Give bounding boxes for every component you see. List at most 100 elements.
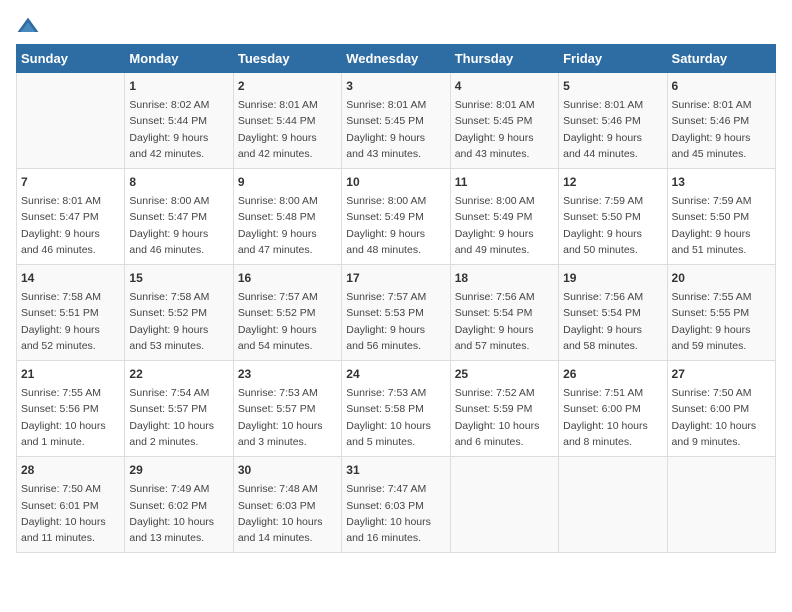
- col-header-saturday: Saturday: [667, 45, 775, 73]
- day-info: Sunrise: 7:56 AMSunset: 5:54 PMDaylight:…: [455, 289, 554, 354]
- day-number: 20: [672, 269, 771, 287]
- day-info: Sunrise: 8:00 AMSunset: 5:48 PMDaylight:…: [238, 193, 337, 258]
- day-number: 28: [21, 461, 120, 479]
- calendar-cell: 25 Sunrise: 7:52 AMSunset: 5:59 PMDayligh…: [450, 361, 558, 457]
- day-info: Sunrise: 7:56 AMSunset: 5:54 PMDaylight:…: [563, 289, 662, 354]
- day-info: Sunrise: 7:52 AMSunset: 5:59 PMDaylight:…: [455, 385, 554, 450]
- calendar-cell: 24 Sunrise: 7:53 AMSunset: 5:58 PMDayligh…: [342, 361, 450, 457]
- calendar-cell: 19Sunrise: 7:56 AMSunset: 5:54 PMDayligh…: [559, 265, 667, 361]
- calendar-cell: 2 Sunrise: 8:01 AMSunset: 5:44 PMDaylight…: [233, 73, 341, 169]
- col-header-monday: Monday: [125, 45, 233, 73]
- day-info: Sunrise: 8:00 AMSunset: 5:47 PMDaylight:…: [129, 193, 228, 258]
- day-number: 23: [238, 365, 337, 383]
- day-info: Sunrise: 8:00 AMSunset: 5:49 PMDaylight:…: [455, 193, 554, 258]
- calendar-cell: 14 Sunrise: 7:58 AMSunset: 5:51 PMDayligh…: [17, 265, 125, 361]
- day-number: 17: [346, 269, 445, 287]
- col-header-thursday: Thursday: [450, 45, 558, 73]
- day-info: Sunrise: 8:01 AMSunset: 5:46 PMDaylight:…: [672, 97, 771, 162]
- header-row: SundayMondayTuesdayWednesdayThursdayFrid…: [17, 45, 776, 73]
- week-row-2: 7Sunrise: 8:01 AMSunset: 5:47 PMDaylight…: [17, 169, 776, 265]
- day-number: 13: [672, 173, 771, 191]
- day-info: Sunrise: 8:01 AMSunset: 5:45 PMDaylight:…: [346, 97, 445, 162]
- day-info: Sunrise: 8:01 AMSunset: 5:45 PMDaylight:…: [455, 97, 554, 162]
- day-number: 15: [129, 269, 228, 287]
- calendar-cell: 17 Sunrise: 7:57 AMSunset: 5:53 PMDayligh…: [342, 265, 450, 361]
- day-info: Sunrise: 7:57 AMSunset: 5:52 PMDaylight:…: [238, 289, 337, 354]
- day-number: 29: [129, 461, 228, 479]
- day-info: Sunrise: 7:57 AMSunset: 5:53 PMDaylight:…: [346, 289, 445, 354]
- day-info: Sunrise: 8:00 AMSunset: 5:49 PMDaylight:…: [346, 193, 445, 258]
- day-info: Sunrise: 8:02 AMSunset: 5:44 PMDaylight:…: [129, 97, 228, 162]
- day-number: 14: [21, 269, 120, 287]
- day-info: Sunrise: 7:59 AMSunset: 5:50 PMDaylight:…: [672, 193, 771, 258]
- day-number: 25: [455, 365, 554, 383]
- day-info: Sunrise: 7:58 AMSunset: 5:51 PMDaylight:…: [21, 289, 120, 354]
- calendar-cell: 9 Sunrise: 8:00 AMSunset: 5:48 PMDaylight…: [233, 169, 341, 265]
- calendar-cell: 1Sunrise: 8:02 AMSunset: 5:44 PMDaylight…: [125, 73, 233, 169]
- day-number: 30: [238, 461, 337, 479]
- calendar-cell: 5 Sunrise: 8:01 AMSunset: 5:46 PMDaylight…: [559, 73, 667, 169]
- day-number: 6: [672, 77, 771, 95]
- day-number: 16: [238, 269, 337, 287]
- calendar-cell: [450, 457, 558, 553]
- week-row-1: 1Sunrise: 8:02 AMSunset: 5:44 PMDaylight…: [17, 73, 776, 169]
- calendar-cell: [667, 457, 775, 553]
- day-info: Sunrise: 7:59 AMSunset: 5:50 PMDaylight:…: [563, 193, 662, 258]
- day-number: 24: [346, 365, 445, 383]
- calendar-cell: 7Sunrise: 8:01 AMSunset: 5:47 PMDaylight…: [17, 169, 125, 265]
- calendar-cell: 23 Sunrise: 7:53 AMSunset: 5:57 PMDayligh…: [233, 361, 341, 457]
- day-number: 7: [21, 173, 120, 191]
- day-number: 12: [563, 173, 662, 191]
- calendar-cell: 30 Sunrise: 7:48 AMSunset: 6:03 PMDayligh…: [233, 457, 341, 553]
- day-number: 21: [21, 365, 120, 383]
- day-info: Sunrise: 7:47 AMSunset: 6:03 PMDaylight:…: [346, 481, 445, 546]
- calendar-cell: [17, 73, 125, 169]
- col-header-tuesday: Tuesday: [233, 45, 341, 73]
- calendar-cell: 28 Sunrise: 7:50 AMSunset: 6:01 PMDayligh…: [17, 457, 125, 553]
- week-row-4: 21 Sunrise: 7:55 AMSunset: 5:56 PMDayligh…: [17, 361, 776, 457]
- calendar-cell: 8 Sunrise: 8:00 AMSunset: 5:47 PMDaylight…: [125, 169, 233, 265]
- header: [16, 16, 776, 36]
- day-info: Sunrise: 7:50 AMSunset: 6:01 PMDaylight:…: [21, 481, 120, 546]
- logo-icon: [16, 16, 40, 36]
- calendar-cell: 3 Sunrise: 8:01 AMSunset: 5:45 PMDaylight…: [342, 73, 450, 169]
- day-number: 9: [238, 173, 337, 191]
- day-info: Sunrise: 7:48 AMSunset: 6:03 PMDaylight:…: [238, 481, 337, 546]
- calendar-cell: 18Sunrise: 7:56 AMSunset: 5:54 PMDayligh…: [450, 265, 558, 361]
- col-header-wednesday: Wednesday: [342, 45, 450, 73]
- day-info: Sunrise: 7:51 AMSunset: 6:00 PMDaylight:…: [563, 385, 662, 450]
- calendar-cell: 29Sunrise: 7:49 AMSunset: 6:02 PMDayligh…: [125, 457, 233, 553]
- calendar-cell: 20 Sunrise: 7:55 AMSunset: 5:55 PMDayligh…: [667, 265, 775, 361]
- day-number: 3: [346, 77, 445, 95]
- day-number: 27: [672, 365, 771, 383]
- week-row-5: 28 Sunrise: 7:50 AMSunset: 6:01 PMDayligh…: [17, 457, 776, 553]
- day-info: Sunrise: 7:53 AMSunset: 5:58 PMDaylight:…: [346, 385, 445, 450]
- logo: [16, 16, 42, 36]
- day-number: 26: [563, 365, 662, 383]
- day-info: Sunrise: 7:55 AMSunset: 5:55 PMDaylight:…: [672, 289, 771, 354]
- calendar-cell: [559, 457, 667, 553]
- day-number: 2: [238, 77, 337, 95]
- calendar-cell: 21 Sunrise: 7:55 AMSunset: 5:56 PMDayligh…: [17, 361, 125, 457]
- calendar-cell: 13 Sunrise: 7:59 AMSunset: 5:50 PMDayligh…: [667, 169, 775, 265]
- col-header-friday: Friday: [559, 45, 667, 73]
- calendar-cell: 22 Sunrise: 7:54 AMSunset: 5:57 PMDayligh…: [125, 361, 233, 457]
- day-info: Sunrise: 7:58 AMSunset: 5:52 PMDaylight:…: [129, 289, 228, 354]
- calendar-cell: 16 Sunrise: 7:57 AMSunset: 5:52 PMDayligh…: [233, 265, 341, 361]
- day-number: 11: [455, 173, 554, 191]
- day-info: Sunrise: 8:01 AMSunset: 5:44 PMDaylight:…: [238, 97, 337, 162]
- day-info: Sunrise: 8:01 AMSunset: 5:46 PMDaylight:…: [563, 97, 662, 162]
- day-info: Sunrise: 7:53 AMSunset: 5:57 PMDaylight:…: [238, 385, 337, 450]
- day-number: 8: [129, 173, 228, 191]
- day-number: 31: [346, 461, 445, 479]
- calendar-cell: 27Sunrise: 7:50 AMSunset: 6:00 PMDayligh…: [667, 361, 775, 457]
- day-info: Sunrise: 7:54 AMSunset: 5:57 PMDaylight:…: [129, 385, 228, 450]
- day-number: 22: [129, 365, 228, 383]
- week-row-3: 14 Sunrise: 7:58 AMSunset: 5:51 PMDayligh…: [17, 265, 776, 361]
- calendar-cell: 11 Sunrise: 8:00 AMSunset: 5:49 PMDayligh…: [450, 169, 558, 265]
- calendar-cell: 26 Sunrise: 7:51 AMSunset: 6:00 PMDayligh…: [559, 361, 667, 457]
- calendar-cell: 6 Sunrise: 8:01 AMSunset: 5:46 PMDaylight…: [667, 73, 775, 169]
- calendar-cell: 10Sunrise: 8:00 AMSunset: 5:49 PMDayligh…: [342, 169, 450, 265]
- day-info: Sunrise: 7:55 AMSunset: 5:56 PMDaylight:…: [21, 385, 120, 450]
- day-number: 5: [563, 77, 662, 95]
